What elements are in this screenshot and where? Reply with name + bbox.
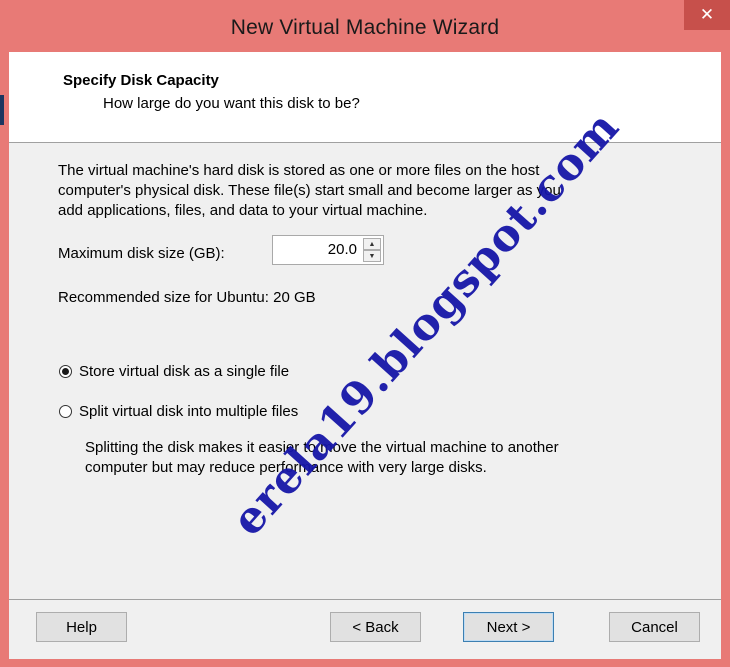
max-disk-size-label: Maximum disk size (GB): — [58, 245, 225, 262]
page-title: Specify Disk Capacity — [63, 72, 219, 89]
wizard-header: Specify Disk Capacity How large do you w… — [9, 52, 721, 143]
wizard-client-area: Specify Disk Capacity How large do you w… — [9, 52, 721, 659]
cancel-button[interactable]: Cancel — [609, 612, 700, 642]
background-edge — [0, 95, 4, 125]
button-separator — [9, 599, 721, 600]
page-subtitle: How large do you want this disk to be? — [103, 95, 360, 112]
recommended-size-text: Recommended size for Ubuntu: 20 GB — [58, 289, 316, 306]
radio-split-files-label[interactable]: Split virtual disk into multiple files — [79, 403, 298, 420]
radio-split-files[interactable]: Split virtual disk into multiple files — [59, 403, 298, 420]
triangle-down-icon: ▼ — [368, 252, 376, 260]
close-icon: ✕ — [699, 5, 715, 24]
next-button[interactable]: Next > — [463, 612, 554, 642]
radio-button-checked[interactable] — [59, 365, 72, 378]
back-button[interactable]: < Back — [330, 612, 421, 642]
split-explanation: Splitting the disk makes it easier to mo… — [85, 439, 559, 476]
close-button[interactable]: ✕ — [684, 0, 730, 30]
stepper-up-button[interactable]: ▲ — [363, 238, 381, 250]
stepper-buttons: ▲ ▼ — [363, 238, 381, 262]
stepper-down-button[interactable]: ▼ — [363, 250, 381, 262]
disk-description: The virtual machine's hard disk is store… — [58, 162, 561, 219]
radio-button-unchecked[interactable] — [59, 405, 72, 418]
help-button[interactable]: Help — [36, 612, 127, 642]
triangle-up-icon: ▲ — [368, 240, 376, 248]
max-disk-size-stepper[interactable]: 20.0 ▲ ▼ — [272, 235, 384, 265]
radio-single-file-label[interactable]: Store virtual disk as a single file — [79, 363, 289, 380]
radio-single-file[interactable]: Store virtual disk as a single file — [59, 363, 289, 380]
title-bar[interactable]: New Virtual Machine Wizard ✕ — [0, 0, 730, 52]
window-title: New Virtual Machine Wizard — [230, 16, 500, 39]
max-disk-size-input[interactable]: 20.0 — [277, 241, 357, 258]
wizard-window: New Virtual Machine Wizard ✕ Specify Dis… — [0, 0, 730, 667]
